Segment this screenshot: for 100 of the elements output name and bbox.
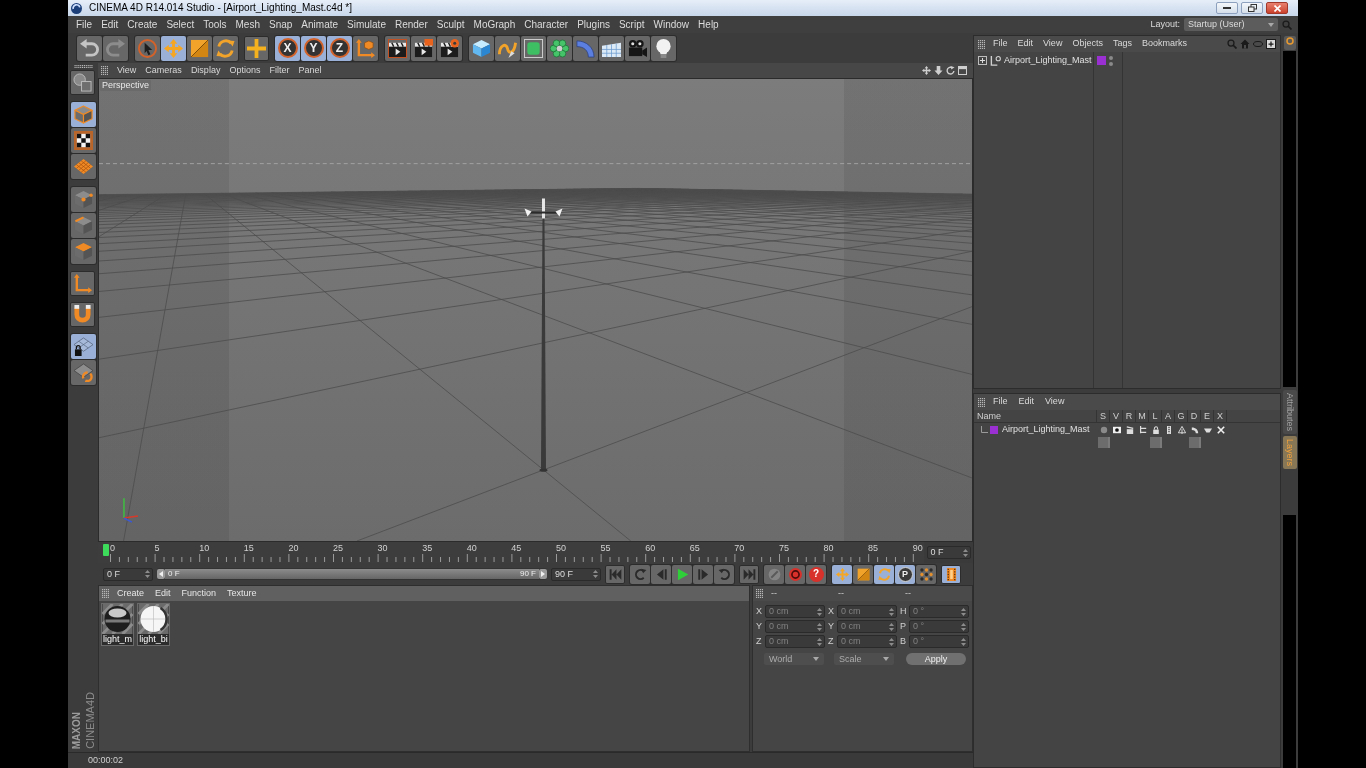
x-mark-icon[interactable] <box>1216 425 1225 434</box>
render-clapper-icon[interactable] <box>1125 425 1134 434</box>
end-frame-field[interactable]: 90 F <box>551 567 601 581</box>
axis-lock-button[interactable]: Z <box>327 35 352 61</box>
polygons-mode-button[interactable] <box>70 239 96 264</box>
render-view-button[interactable] <box>385 35 410 61</box>
record-parameter-button[interactable]: P <box>895 564 915 584</box>
axis-mode-button[interactable] <box>69 271 95 296</box>
lock-workplane-button[interactable] <box>70 334 96 359</box>
frame-range-slider[interactable]: 0 F 90 F <box>157 568 547 580</box>
menu-item[interactable]: Character <box>524 19 569 30</box>
next-key-button[interactable] <box>714 564 734 584</box>
model-mode-button[interactable] <box>70 102 96 127</box>
menu-item[interactable]: Simulate <box>347 19 386 30</box>
material-tile[interactable]: light_bi <box>137 603 170 646</box>
cloner-button[interactable] <box>547 35 572 61</box>
render-picture-viewer-button[interactable] <box>411 35 436 61</box>
floor-button[interactable] <box>599 35 624 61</box>
workplane-mode-button[interactable] <box>70 154 96 179</box>
menu-item[interactable]: Edit <box>1017 37 1034 51</box>
ring-tab-icon[interactable] <box>1283 36 1296 50</box>
new-panel-icon[interactable] <box>1266 39 1276 49</box>
menu-item[interactable]: View <box>117 63 137 78</box>
side-tab[interactable]: Attributes <box>1282 390 1297 435</box>
current-frame-field[interactable]: 0 F <box>926 546 971 559</box>
minimize-button[interactable] <box>1216 2 1238 14</box>
spline-pen-button[interactable] <box>495 35 520 61</box>
go-to-start-button[interactable] <box>605 564 625 584</box>
visibility-dot-icon[interactable] <box>1109 55 1113 60</box>
play-button[interactable] <box>672 564 692 584</box>
maximize-window-icon[interactable] <box>958 66 967 75</box>
menu-item[interactable]: Bookmarks <box>1141 37 1187 51</box>
menu-item[interactable]: Edit <box>101 19 119 30</box>
axis-lock-button[interactable]: X <box>275 35 300 61</box>
light-button[interactable] <box>651 35 676 61</box>
layout-dropdown[interactable]: Startup (User) <box>1184 18 1278 31</box>
menu-item[interactable]: Create <box>127 19 158 30</box>
make-editable-button[interactable] <box>69 70 95 95</box>
menu-item[interactable]: Tags <box>1112 37 1132 51</box>
menu-item[interactable]: Script <box>618 19 645 30</box>
lock-icon[interactable] <box>1151 425 1160 434</box>
rotate-tool-button[interactable] <box>213 35 238 61</box>
record-position-button[interactable] <box>832 564 852 584</box>
hierarchy-icon[interactable] <box>1138 425 1147 434</box>
object-name[interactable]: Airport_Lighting_Mast <box>1004 56 1092 65</box>
live-selection-button[interactable] <box>135 35 160 61</box>
menu-item[interactable]: Panel <box>298 63 322 78</box>
snap-button[interactable] <box>69 302 95 327</box>
menu-item[interactable]: Plugins <box>577 19 610 30</box>
close-button[interactable] <box>1266 2 1288 14</box>
start-frame-field[interactable]: 0 F <box>103 567 153 581</box>
points-mode-button[interactable] <box>70 187 96 212</box>
menu-item[interactable]: View <box>1043 37 1063 51</box>
autokey-button[interactable] <box>785 564 805 584</box>
menu-item[interactable]: Snap <box>269 19 293 30</box>
axis-lock-button[interactable]: Y <box>301 35 326 61</box>
menu-item[interactable]: Cameras <box>145 63 182 78</box>
menu-item[interactable]: Display <box>190 63 221 78</box>
menu-item[interactable]: Edit <box>155 586 171 601</box>
visibility-dot-icon[interactable] <box>1109 61 1113 66</box>
layer-name[interactable]: Airport_Lighting_Mast <box>1002 425 1090 434</box>
menu-item[interactable]: Render <box>394 19 428 30</box>
go-to-end-button[interactable] <box>739 564 759 584</box>
subdivision-surface-button[interactable] <box>521 35 546 61</box>
record-rotation-button[interactable] <box>874 564 894 584</box>
material-tile[interactable]: light_m <box>101 603 134 646</box>
menu-item[interactable]: Create <box>117 586 144 601</box>
down-arrow-icon[interactable] <box>934 66 943 75</box>
menu-item[interactable]: Window <box>653 19 690 30</box>
scale-tool-button[interactable] <box>187 35 212 61</box>
deformer-button[interactable] <box>573 35 598 61</box>
texture-mode-button[interactable] <box>70 128 96 153</box>
menu-item[interactable]: Sculpt <box>436 19 465 30</box>
menu-item[interactable]: Mesh <box>235 19 260 30</box>
menu-item[interactable]: Texture <box>227 586 257 601</box>
edges-mode-button[interactable] <box>70 213 96 238</box>
record-button[interactable] <box>764 564 784 584</box>
menu-item[interactable]: Animate <box>301 19 339 30</box>
pan-icon[interactable] <box>922 66 931 75</box>
menu-item[interactable]: Filter <box>269 63 290 78</box>
view-eye-icon[interactable] <box>1112 425 1121 434</box>
menu-item[interactable]: File <box>76 19 93 30</box>
expand-toggle-icon[interactable] <box>978 56 987 65</box>
expression-icon[interactable] <box>1203 425 1212 434</box>
menu-item[interactable]: Options <box>229 63 261 78</box>
range-start-handle[interactable] <box>157 569 165 579</box>
menu-item[interactable]: Tools <box>203 19 227 30</box>
menu-item[interactable]: View <box>1045 395 1065 409</box>
move-tool-button[interactable] <box>161 35 186 61</box>
film-strip-icon[interactable] <box>1164 425 1173 434</box>
undo-button[interactable] <box>77 35 102 61</box>
record-scale-button[interactable] <box>853 564 873 584</box>
coordinate-system-button[interactable] <box>353 35 378 61</box>
playhead-marker[interactable] <box>103 544 109 556</box>
keyframe-selection-button[interactable]: ? <box>806 564 826 584</box>
menu-item[interactable]: MoGraph <box>473 19 516 30</box>
cube-object-button[interactable] <box>469 35 494 61</box>
menu-item[interactable]: File <box>993 395 1008 409</box>
record-point-level-button[interactable] <box>916 564 936 584</box>
menu-item[interactable]: Select <box>166 19 195 30</box>
